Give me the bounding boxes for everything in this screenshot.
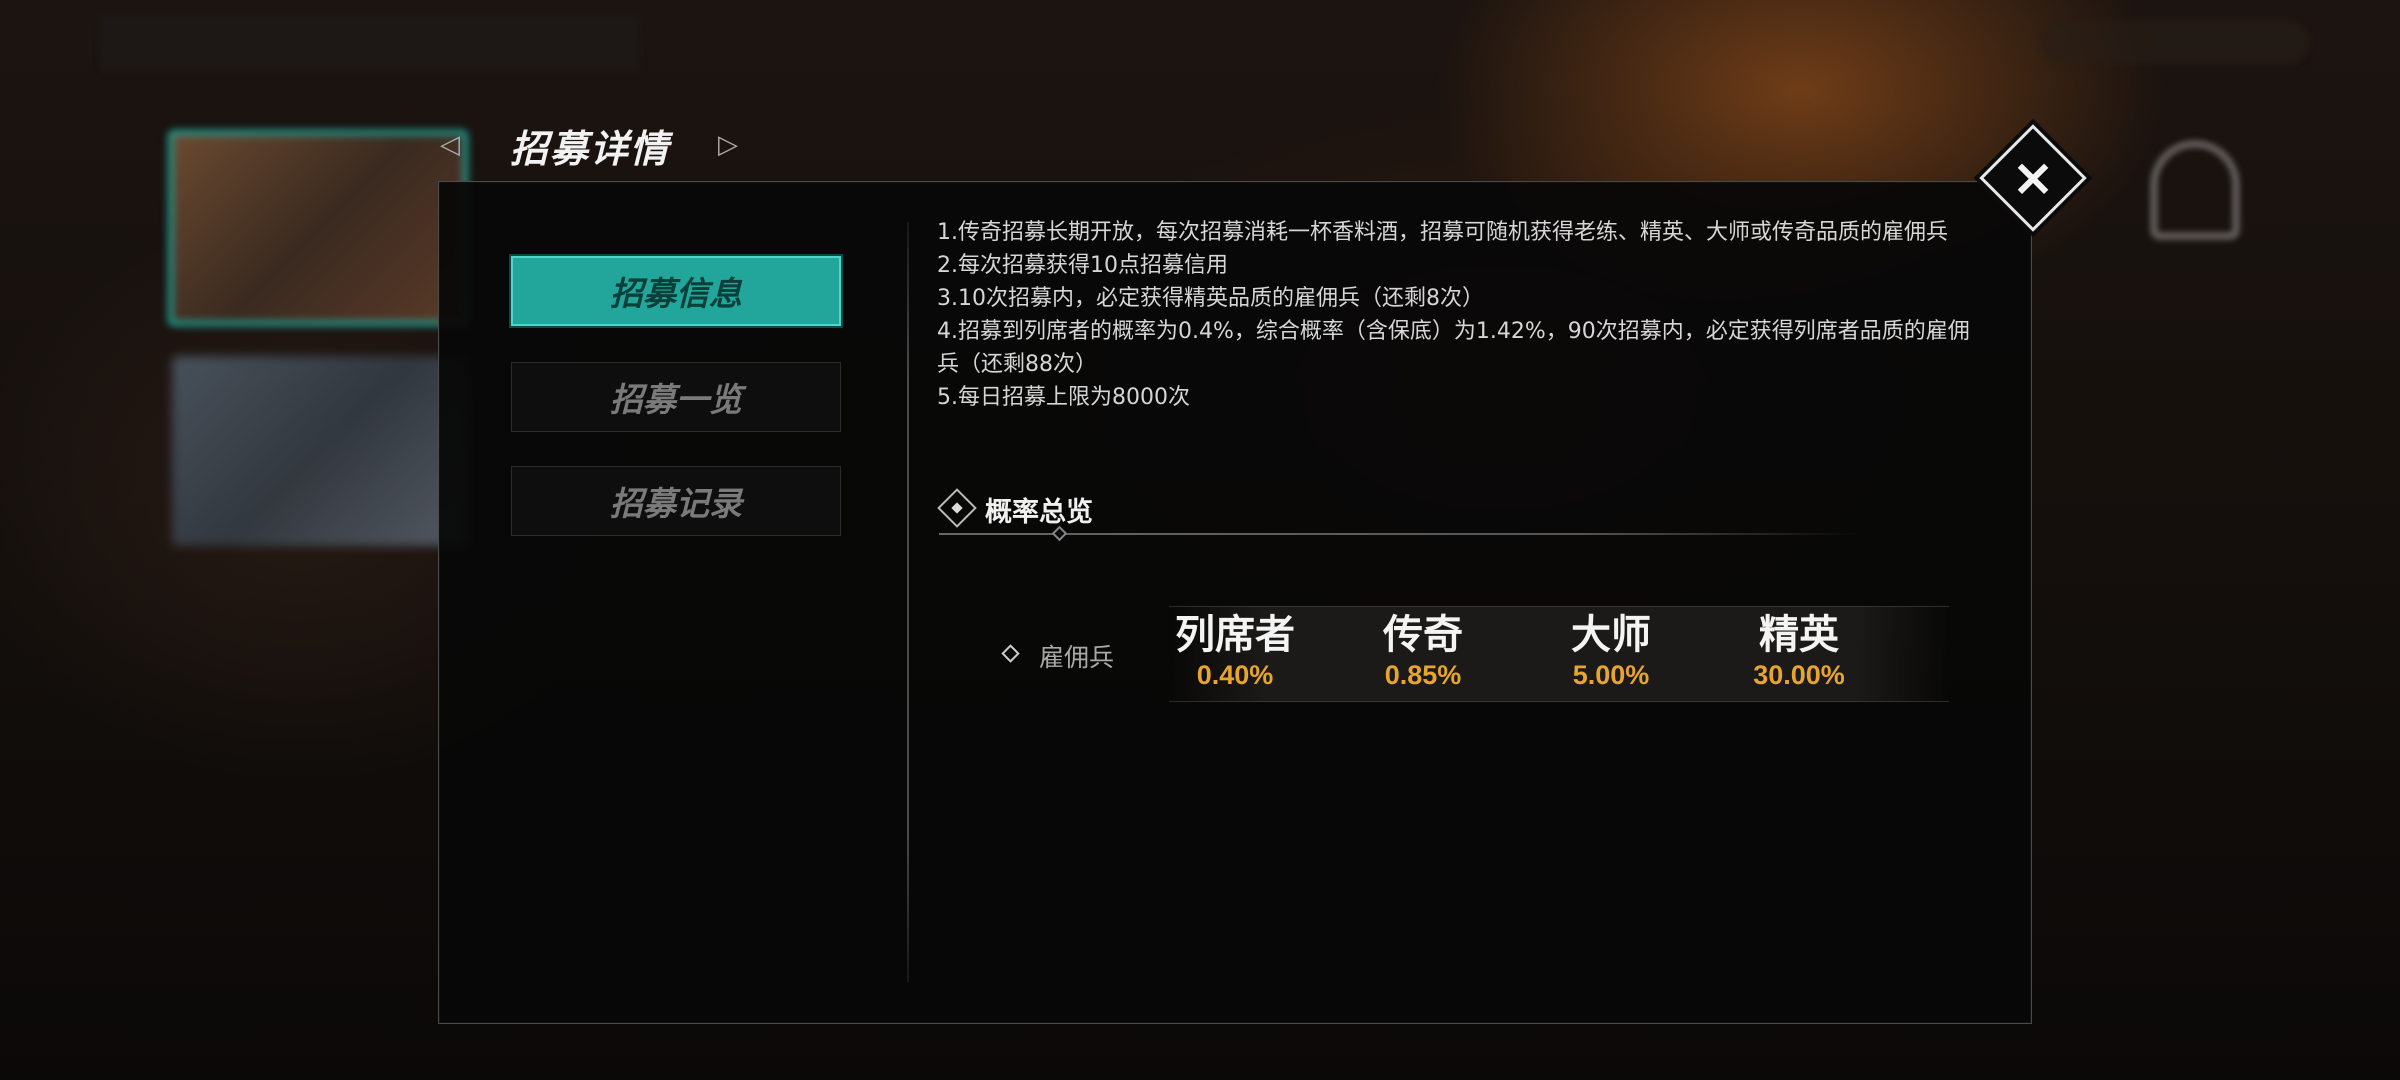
rate-value: 0.40% xyxy=(1196,660,1274,690)
rule-line-3: 3.10次招募内，必定获得精英品质的雇佣兵（还剩8次） xyxy=(937,286,1484,311)
rate-quality-name: 精英 xyxy=(1759,611,1839,658)
section-title: 概率总览 xyxy=(985,497,1093,528)
rate-value: 5.00% xyxy=(1572,660,1650,690)
tab-recruit-overview[interactable]: 招募一览 xyxy=(511,362,841,432)
background-top-bar xyxy=(100,14,640,72)
tab-recruit-info[interactable]: 招募信息 xyxy=(511,256,841,326)
rules-text: 1.传奇招募长期开放，每次招募消耗一杯香料酒，招募可随机获得老练、精英、大师或传… xyxy=(937,216,1977,414)
tab-recruit-records[interactable]: 招募记录 xyxy=(511,466,841,536)
rate-item: 传奇 0.85% xyxy=(1333,610,1513,690)
rate-value: 30.00% xyxy=(1753,660,1845,690)
left-triangle-icon[interactable]: ◁ xyxy=(430,130,470,160)
background-banner-card-secondary xyxy=(172,356,468,546)
rate-item: 列席者 0.40% xyxy=(1145,610,1325,690)
section-divider xyxy=(939,533,1859,535)
diamond-bullet-icon xyxy=(1001,644,1020,663)
rate-value: 0.85% xyxy=(1384,660,1462,690)
rate-item: 精英 30.00% xyxy=(1709,610,1889,690)
rate-quality-name: 传奇 xyxy=(1383,611,1463,658)
background-top-right-bar xyxy=(2040,20,2310,64)
title-row: ◁ 招募详情 ▷ xyxy=(430,110,748,180)
recruit-details-panel: 招募信息 招募一览 招募记录 1.传奇招募长期开放，每次招募消耗一杯香料酒，招募… xyxy=(438,181,2032,1024)
page-title: 招募详情 xyxy=(510,125,671,171)
rule-line-2: 2.每次招募获得10点招募信用 xyxy=(937,253,1228,278)
rule-line-4: 4.招募到列席者的概率为0.4%，综合概率（含保底）为1.42%，90次招募内，… xyxy=(937,319,1970,377)
rate-item: 大师 5.00% xyxy=(1521,610,1701,690)
rate-quality-name: 列席者 xyxy=(1175,611,1295,658)
rate-row-label: 雇佣兵 xyxy=(1039,643,1115,672)
close-icon: × xyxy=(2011,148,2055,208)
diamond-icon xyxy=(937,488,977,528)
rate-row-mercenary: 雇佣兵 列席者 0.40% 传奇 0.85% 大师 5.00% 精英 30.00… xyxy=(959,606,1979,702)
background-banner-card xyxy=(168,130,468,326)
probability-overview-header: 概率总览 xyxy=(937,484,1859,536)
background-bell-icon xyxy=(2150,140,2240,240)
rule-line-5: 5.每日招募上限为8000次 xyxy=(937,385,1190,410)
rule-line-1: 1.传奇招募长期开放，每次招募消耗一杯香料酒，招募可随机获得老练、精英、大师或传… xyxy=(937,220,1948,245)
vertical-divider xyxy=(907,222,909,982)
right-triangle-icon[interactable]: ▷ xyxy=(708,130,748,160)
rate-quality-name: 大师 xyxy=(1571,611,1651,658)
